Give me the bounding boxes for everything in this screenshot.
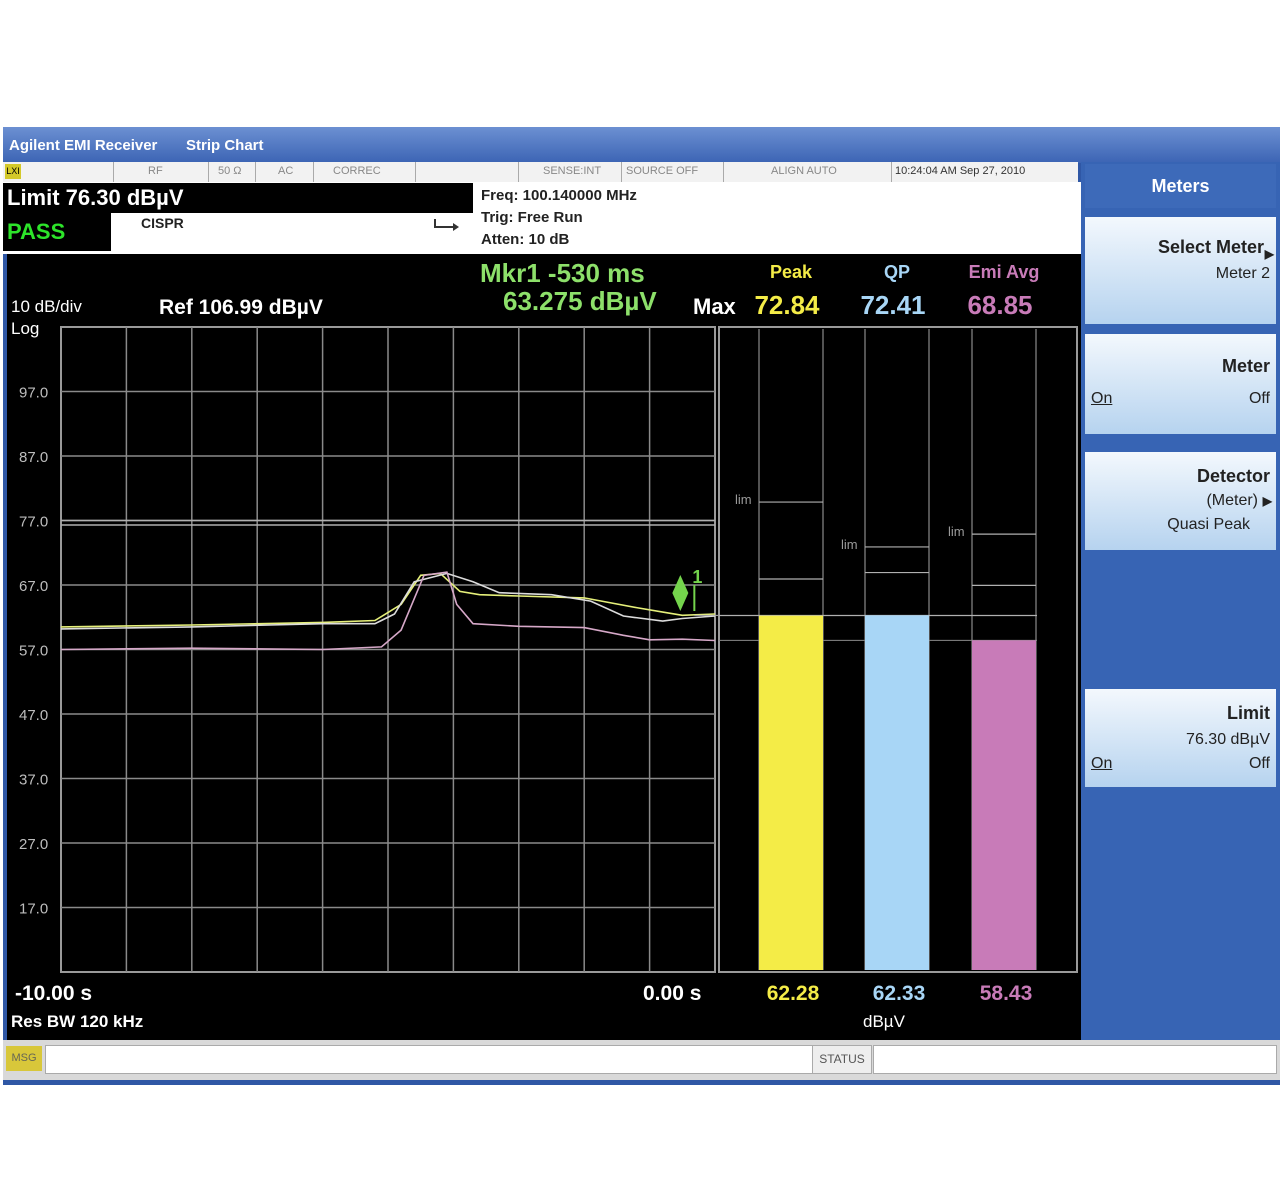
x-end-label: 0.00 s xyxy=(643,982,701,1005)
meter-header-2: QP xyxy=(884,262,910,282)
pass-status: PASS xyxy=(3,213,111,251)
meter-limit-label: lim xyxy=(841,537,858,552)
measurement-screen: 10 dB/div Ref 106.99 dBµV Log Mkr1 -530 … xyxy=(7,254,1081,1040)
y-tick-label: 27.0 xyxy=(19,836,48,853)
meter-current-1: 62.28 xyxy=(767,982,820,1005)
meter-header-1: Peak xyxy=(770,262,813,282)
meter-bar-1 xyxy=(759,615,823,970)
marker-time: Mkr1 -530 ms xyxy=(480,258,645,288)
limit-readout: Limit 76.30 dBµV xyxy=(3,183,473,213)
marker-number: 1 xyxy=(692,567,702,587)
meter-bar-3 xyxy=(972,640,1036,970)
y-tick-label: 67.0 xyxy=(19,578,48,595)
y-tick-label: 97.0 xyxy=(19,385,48,402)
sense-indicator: SENSE:INT xyxy=(543,165,602,177)
frequency: Freq: 100.140000 MHz xyxy=(481,187,637,204)
meter-max-1: 72.84 xyxy=(754,290,820,320)
standard-label: CISPR xyxy=(141,215,184,231)
y-tick-label: 57.0 xyxy=(19,643,48,660)
x-start-label: -10.00 s xyxy=(15,982,92,1005)
meter-current-3: 58.43 xyxy=(980,982,1033,1005)
limit-off-option[interactable]: Off xyxy=(1249,755,1270,773)
coupling-indicator: AC xyxy=(278,165,294,177)
impedance-indicator: 50 Ω xyxy=(218,165,242,177)
title-bar: Agilent EMI Receiver Strip Chart xyxy=(3,127,1280,163)
meter-softkey[interactable]: Meter On Off xyxy=(1085,334,1276,434)
lxi-indicator: LXI xyxy=(5,164,21,179)
submenu-arrow-icon: ▶ xyxy=(1264,247,1274,261)
source-indicator: SOURCE OFF xyxy=(626,165,699,177)
softkey-menu-title: Meters xyxy=(1085,164,1276,208)
settings-bar: LXI RF 50 Ω AC CORREC SENSE:INT SOURCE O… xyxy=(3,162,1078,183)
msg-indicator: MSG xyxy=(6,1046,42,1071)
log-label: Log xyxy=(11,319,39,338)
rf-indicator: RF xyxy=(148,165,163,177)
align-indicator: ALIGN AUTO xyxy=(771,165,837,177)
limit-on-option[interactable]: On xyxy=(1091,755,1112,773)
y-tick-label: 17.0 xyxy=(19,901,48,918)
res-bw-label: Res BW 120 kHz xyxy=(11,1012,143,1031)
meter-off-option[interactable]: Off xyxy=(1249,390,1270,408)
marker-value: 63.275 dBµV xyxy=(503,286,657,316)
measurement-info: Limit 76.30 dBµV PASS CISPR Freq: 100.14… xyxy=(3,182,1081,254)
softkey-panel: Meters Select Meter Meter 2 ▶ Meter On O… xyxy=(1081,162,1280,1042)
select-meter-softkey[interactable]: Select Meter Meter 2 ▶ xyxy=(1085,217,1276,324)
message-bar: MSG STATUS xyxy=(3,1040,1280,1080)
meter-limit-label: lim xyxy=(948,524,965,539)
max-label: Max xyxy=(693,294,737,319)
meter-bar-2 xyxy=(865,615,929,970)
unit-label: dBµV xyxy=(863,1012,906,1031)
detector-softkey[interactable]: Detector (Meter) ▶ Quasi Peak xyxy=(1085,452,1276,550)
receiver-window: Agilent EMI Receiver Strip Chart LXI RF … xyxy=(3,127,1280,1085)
scale-label: 10 dB/div xyxy=(11,297,82,316)
datetime: 10:24:04 AM Sep 27, 2010 xyxy=(895,165,1026,177)
submenu-arrow-icon: ▶ xyxy=(1262,494,1272,508)
meter-max-2: 72.41 xyxy=(860,290,925,320)
attenuation: Atten: 10 dB xyxy=(481,231,570,248)
trigger: Trig: Free Run xyxy=(481,209,583,226)
freq-info: Freq: 100.140000 MHz Trig: Free Run Atte… xyxy=(481,185,637,251)
correction-indicator: CORREC xyxy=(333,165,381,177)
message-field xyxy=(45,1045,813,1074)
limit-softkey[interactable]: Limit 76.30 dBµV On Off xyxy=(1085,689,1276,787)
meter-on-option[interactable]: On xyxy=(1091,390,1112,408)
y-tick-label: 47.0 xyxy=(19,707,48,724)
meter-max-3: 68.85 xyxy=(967,290,1032,320)
status-button[interactable]: STATUS xyxy=(812,1045,872,1074)
meter-limit-label: lim xyxy=(735,492,752,507)
y-tick-label: 87.0 xyxy=(19,449,48,466)
app-title: Agilent EMI Receiver xyxy=(9,137,158,154)
meter-header-3: Emi Avg xyxy=(969,262,1040,282)
meter-current-2: 62.33 xyxy=(873,982,926,1005)
ref-level: Ref 106.99 dBµV xyxy=(159,296,323,319)
mode-title: Strip Chart xyxy=(186,137,264,154)
status-field xyxy=(873,1045,1277,1074)
y-tick-label: 77.0 xyxy=(19,514,48,531)
y-tick-label: 37.0 xyxy=(19,772,48,789)
return-arrow-icon xyxy=(434,219,459,231)
